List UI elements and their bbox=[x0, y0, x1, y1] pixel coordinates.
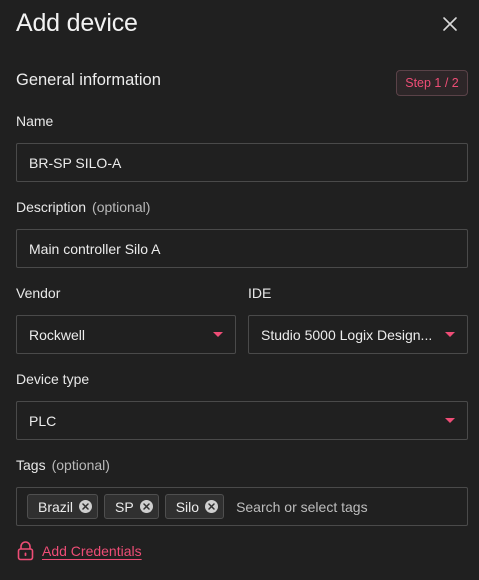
name-input-value: BR-SP SILO-A bbox=[29, 154, 122, 171]
tag-chip-label: Silo bbox=[175, 498, 200, 515]
tag-chip-label: SP bbox=[115, 498, 134, 515]
description-input-value: Main controller Silo A bbox=[29, 240, 161, 257]
vendor-label-text: Vendor bbox=[16, 285, 61, 301]
caret-down-icon bbox=[213, 332, 223, 337]
device-type-select[interactable]: PLC bbox=[16, 401, 468, 440]
add-credentials-action[interactable]: Add Credentials bbox=[17, 541, 142, 561]
ide-select-value: Studio 5000 Logix Design... bbox=[261, 326, 433, 343]
device-type-label: Device type bbox=[16, 371, 89, 387]
tags-search-placeholder[interactable]: Search or select tags bbox=[236, 499, 368, 515]
vendor-label: Vendor bbox=[16, 285, 60, 301]
device-type-select-value: PLC bbox=[29, 412, 57, 429]
add-device-panel: Add device General information Step 1 / … bbox=[0, 0, 479, 580]
description-input[interactable]: Main controller Silo A bbox=[16, 229, 468, 268]
remove-circle-icon[interactable] bbox=[139, 500, 153, 513]
add-credentials-link[interactable]: Add Credentials bbox=[42, 543, 142, 559]
name-label-text: Name bbox=[16, 113, 54, 129]
vendor-select-value: Rockwell bbox=[29, 326, 86, 343]
ide-label-text: IDE bbox=[248, 285, 272, 301]
ide-label: IDE bbox=[248, 285, 271, 301]
name-input[interactable]: BR-SP SILO-A bbox=[16, 143, 468, 182]
dialog-title: Add device bbox=[16, 9, 138, 37]
caret-down-icon bbox=[445, 418, 455, 423]
tags-label-text: Tags bbox=[16, 457, 46, 473]
caret-down-icon bbox=[445, 332, 455, 337]
tag-chip-brazil: Brazil bbox=[27, 494, 99, 519]
lock-icon bbox=[17, 541, 34, 561]
description-optional-text: (optional) bbox=[92, 199, 151, 215]
tag-chip-sp: SP bbox=[104, 494, 159, 519]
remove-circle-icon[interactable] bbox=[205, 500, 219, 513]
tags-optional-text: (optional) bbox=[51, 457, 110, 473]
description-label: Description (optional) bbox=[16, 199, 150, 215]
tag-chip-silo: Silo bbox=[164, 494, 225, 519]
device-type-label-text: Device type bbox=[16, 371, 90, 387]
ide-select[interactable]: Studio 5000 Logix Design... bbox=[248, 315, 468, 354]
close-icon[interactable] bbox=[441, 15, 459, 33]
description-label-text: Description bbox=[16, 199, 87, 215]
name-label: Name bbox=[16, 113, 53, 129]
tag-chip-label: Brazil bbox=[38, 498, 74, 515]
vendor-select[interactable]: Rockwell bbox=[16, 315, 236, 354]
remove-circle-icon[interactable] bbox=[79, 500, 93, 513]
tags-label: Tags (optional) bbox=[16, 457, 110, 473]
section-title: General information bbox=[16, 71, 161, 89]
step-badge: Step 1 / 2 bbox=[396, 70, 468, 96]
tags-input[interactable]: Brazil SP Silo Search or select tags bbox=[16, 487, 468, 526]
